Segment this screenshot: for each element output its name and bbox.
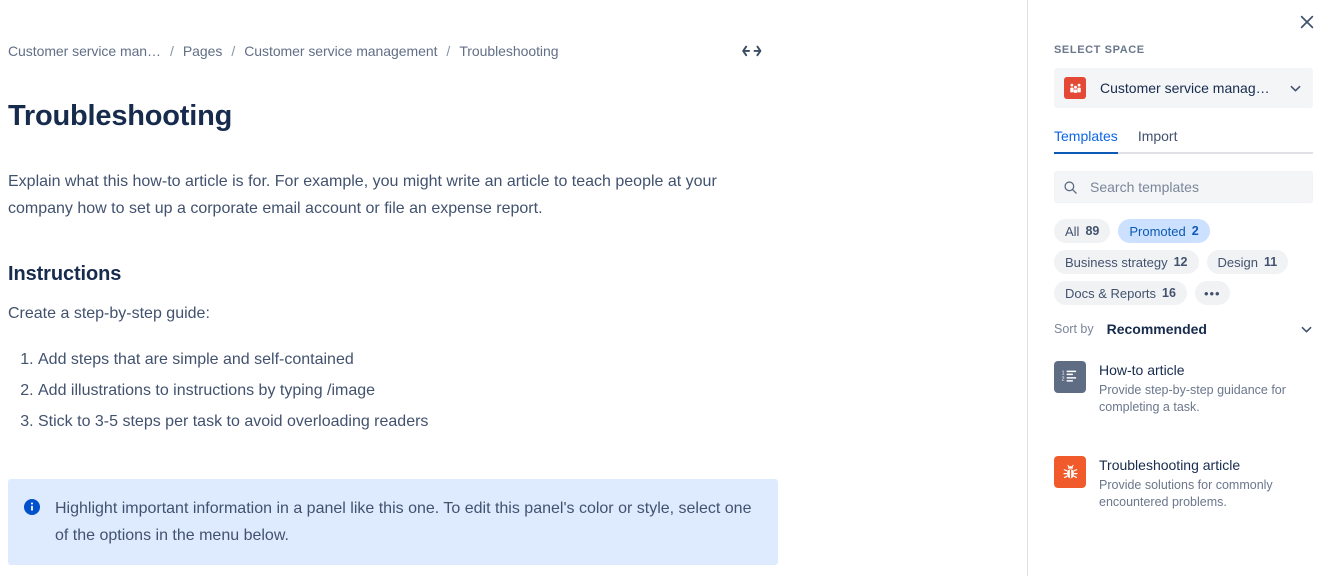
filter-chip-label: Promoted (1129, 223, 1186, 239)
template-description: Provide step-by-step guidance for comple… (1099, 383, 1286, 414)
template-title: Troubleshooting article (1099, 457, 1241, 473)
filter-chip-count: 16 (1162, 286, 1176, 300)
filter-chip-label: All (1065, 223, 1080, 239)
filter-chip-all[interactable]: All 89 (1054, 219, 1111, 243)
list-item: Add illustrations to instructions by typ… (38, 375, 766, 406)
search-input[interactable] (1090, 179, 1304, 195)
filter-chip-business-strategy[interactable]: Business strategy 12 (1054, 250, 1199, 274)
select-space-label: SELECT SPACE (1054, 44, 1145, 56)
templates-side-panel: SELECT SPACE Customer service manag… Tem… (1028, 0, 1339, 576)
filter-chip-promoted[interactable]: Promoted 2 (1118, 219, 1210, 243)
instructions-lead: Create a step-by-step guide: (8, 305, 210, 322)
people-group-icon (1064, 77, 1086, 99)
search-icon (1063, 180, 1079, 195)
page-title: Troubleshooting (8, 100, 233, 132)
filter-chip-count: 11 (1263, 255, 1278, 269)
info-panel: Highlight important information in a pan… (8, 479, 778, 565)
more-filters-button[interactable]: ••• (1194, 281, 1230, 305)
info-icon (24, 499, 40, 515)
document-editor: Customer service man… / Pages / Customer… (0, 0, 1028, 576)
bug-icon (1054, 456, 1086, 488)
template-item-how-to-article[interactable]: 1 2 How-to article Provide step-by-step … (1054, 353, 1313, 426)
app-root: Customer service man… / Pages / Customer… (0, 0, 1339, 576)
sort-by-value: Recommended (1106, 321, 1207, 337)
tab-import[interactable]: Import (1138, 128, 1178, 152)
list-item: Add steps that are simple and self-conta… (38, 344, 766, 375)
breadcrumb: Customer service man… / Pages / Customer… (8, 40, 766, 62)
instructions-list: Add steps that are simple and self-conta… (8, 344, 766, 437)
chevron-down-icon (1289, 82, 1303, 95)
tab-templates[interactable]: Templates (1054, 128, 1118, 154)
ordered-list-icon: 1 2 (1054, 361, 1086, 393)
intro-paragraph: Explain what this how-to article is for.… (8, 173, 717, 217)
breadcrumb-separator: / (231, 43, 236, 59)
info-panel-text: Highlight important information in a pan… (55, 500, 752, 544)
list-item: Stick to 3-5 steps per task to avoid ove… (38, 406, 766, 437)
chevron-down-icon (1300, 323, 1313, 336)
filter-chip-docs-reports[interactable]: Docs & Reports 16 (1054, 281, 1187, 305)
filter-chip-design[interactable]: Design 11 (1206, 250, 1289, 274)
breadcrumb-item-space[interactable]: Customer service man… (8, 43, 161, 59)
template-description: Provide solutions for commonly encounter… (1099, 478, 1273, 509)
filter-chip-label: Docs & Reports (1065, 285, 1157, 301)
breadcrumb-item-current[interactable]: Troubleshooting (459, 43, 558, 59)
breadcrumb-item-parent[interactable]: Customer service management (244, 43, 437, 59)
space-selector[interactable]: Customer service manag… (1054, 68, 1313, 108)
template-title: How-to article (1099, 362, 1185, 378)
template-item-troubleshooting-article[interactable]: Troubleshooting article Provide solution… (1054, 448, 1313, 521)
space-name: Customer service manag… (1100, 80, 1270, 96)
breadcrumb-separator: / (446, 43, 451, 59)
sort-by-control[interactable]: Sort by Recommended (1054, 321, 1313, 337)
filter-chip-count: 12 (1173, 255, 1188, 269)
panel-tabs: Templates Import (1054, 128, 1313, 154)
svg-text:1: 1 (1062, 370, 1065, 376)
filter-chip-count: 2 (1191, 224, 1199, 238)
search-templates-field[interactable] (1054, 171, 1313, 203)
svg-text:2: 2 (1062, 377, 1065, 383)
close-icon[interactable] (1291, 6, 1323, 38)
left-right-arrows-icon[interactable] (740, 41, 764, 61)
sort-by-label: Sort by (1054, 322, 1094, 336)
template-filter-chips: All 89 Promoted 2 Business strategy 12 D… (1054, 219, 1313, 305)
template-list: 1 2 How-to article Provide step-by-step … (1054, 353, 1313, 521)
breadcrumb-item-pages[interactable]: Pages (183, 43, 223, 59)
filter-chip-label: Design (1217, 254, 1258, 270)
section-heading-instructions: Instructions (8, 263, 122, 285)
filter-chip-label: Business strategy (1065, 254, 1168, 270)
filter-chip-count: 89 (1085, 224, 1100, 238)
breadcrumb-separator: / (170, 43, 174, 59)
